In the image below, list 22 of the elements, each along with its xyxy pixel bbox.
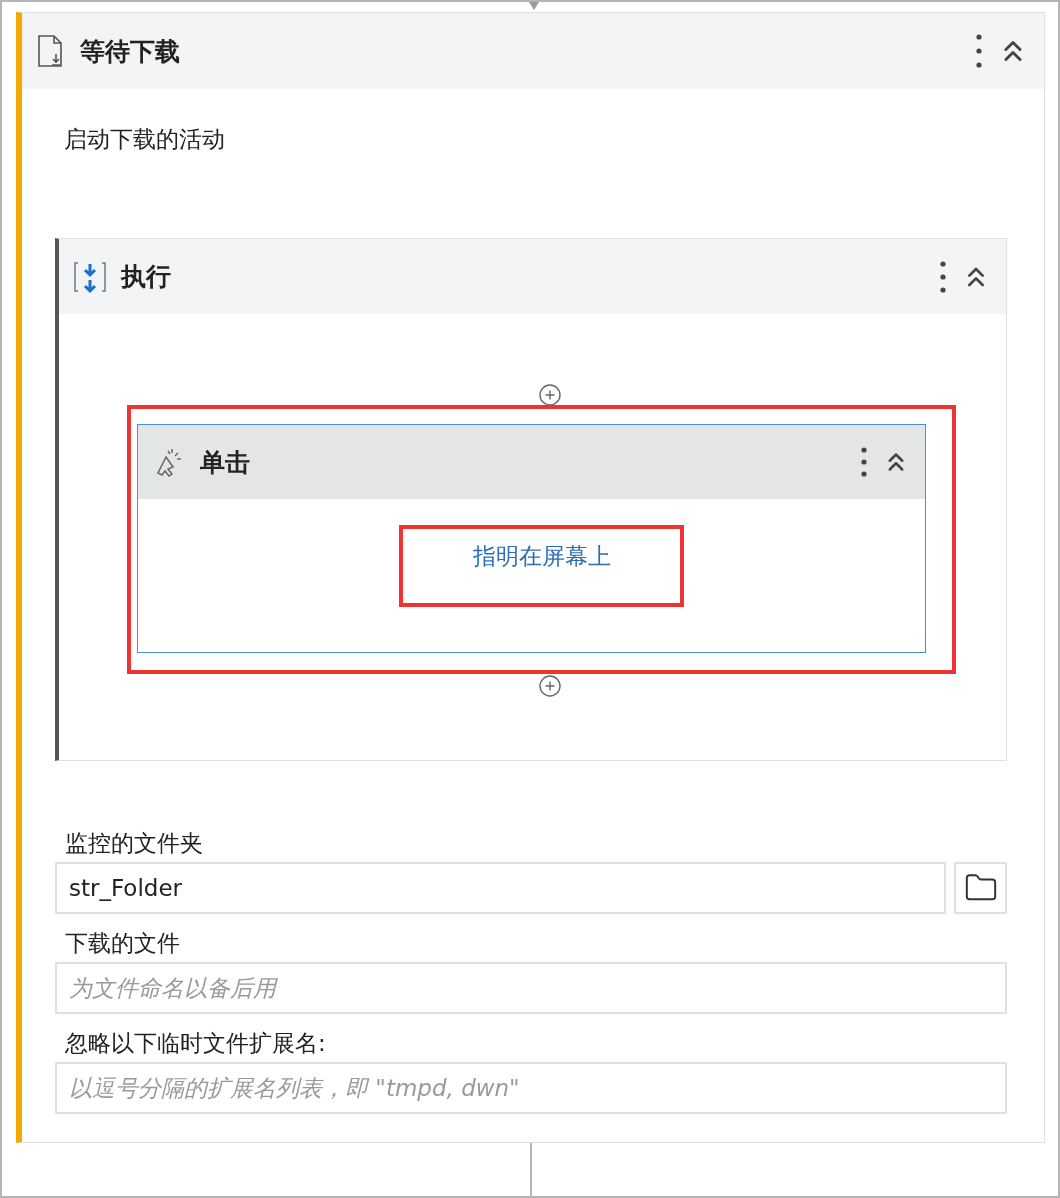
more-options-button[interactable] [976, 34, 982, 68]
input-field[interactable]: str_Folder [55, 862, 946, 914]
more-options-button[interactable] [861, 447, 867, 477]
add-activity-button[interactable] [537, 674, 562, 696]
field-label: 忽略以下临时文件扩展名: [65, 1029, 326, 1058]
vertical-dots-icon [976, 34, 982, 68]
sequence-icon [73, 259, 107, 294]
activity-title: 单击 [200, 446, 251, 479]
vertical-dots-icon [940, 260, 946, 293]
description-text: 启动下载的活动 [64, 126, 225, 152]
browse-folder-button[interactable] [954, 862, 1007, 914]
connector-arrow-icon [528, 2, 539, 10]
vertical-dots-icon [861, 447, 867, 477]
field-label: 下载的文件 [65, 929, 180, 958]
field-label: 监控的文件夹 [65, 829, 203, 858]
more-options-button[interactable] [940, 260, 946, 293]
add-activity-button[interactable] [537, 383, 562, 405]
input-field[interactable]: 为文件命名以备后用 [55, 962, 1007, 1014]
input-field[interactable]: 以逗号分隔的扩展名列表，即 "tmpd, dwn" [55, 1062, 1007, 1114]
sequence-title: 执行 [121, 261, 172, 293]
indicate-on-screen-link[interactable]: 指明在屏幕上 [472, 541, 611, 571]
card-title: 等待下载 [80, 35, 181, 68]
